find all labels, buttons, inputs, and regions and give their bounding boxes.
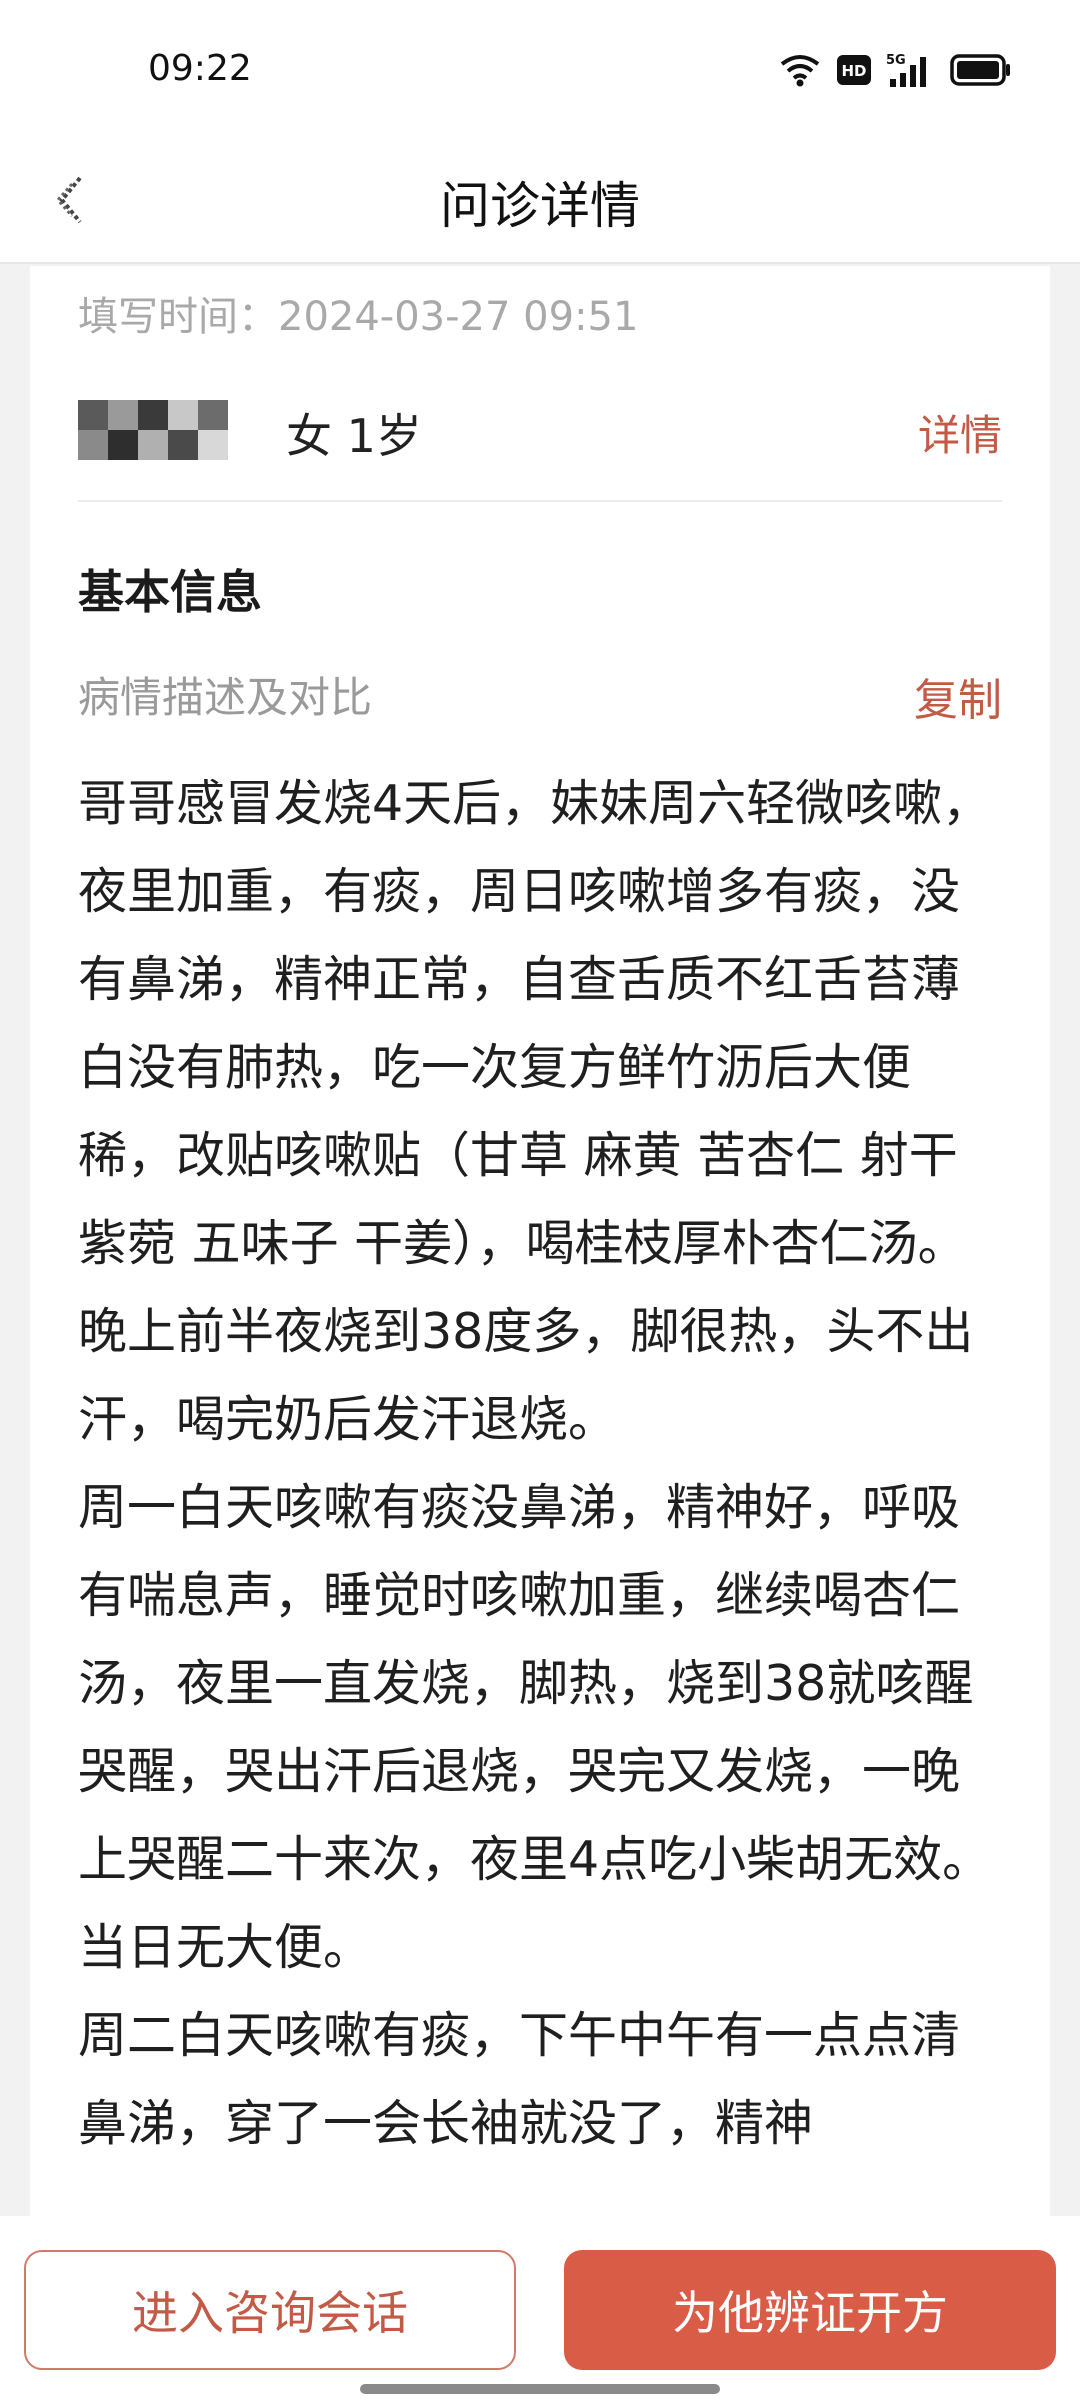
battery-icon: [950, 53, 1012, 91]
description-text: 哥哥感冒发烧4天后，妹妹周六轻微咳嗽，夜里加重，有痰，周日咳嗽增多有痰，没有鼻涕…: [78, 760, 1002, 2168]
bottom-action-bar: 进入咨询会话 为他辨证开方: [0, 2216, 1080, 2400]
hd-label: HD: [841, 62, 866, 80]
description-label: 病情描述及对比: [78, 673, 373, 722]
description-paragraph: 周二白天咳嗽有痰，下午中午有一点点清鼻涕，穿了一会长袖就没了，精神: [78, 2007, 961, 2152]
page-title: 问诊详情: [440, 177, 640, 235]
consultation-card: 填写时间：2024-03-27 09:51 女 1岁 详情 基本信息 病情描述及…: [30, 266, 1050, 2216]
copy-button[interactable]: 复制: [914, 664, 1002, 728]
fill-time: 填写时间：2024-03-27 09:51: [78, 294, 639, 340]
patient-avatar: [78, 400, 228, 460]
home-indicator[interactable]: [360, 2384, 720, 2394]
back-button[interactable]: [28, 160, 112, 244]
prescribe-button[interactable]: 为他辨证开方: [564, 2250, 1056, 2370]
back-arrow-icon: [50, 170, 90, 234]
wifi-icon: [778, 52, 822, 92]
patient-detail-link[interactable]: 详情: [918, 402, 1002, 463]
patient-row: 女 1岁 详情: [78, 386, 1002, 502]
status-time: 09:22: [148, 48, 252, 89]
section-title-basic-info: 基本信息: [78, 565, 262, 619]
description-paragraph: 周一白天咳嗽有痰没鼻涕，精神好，呼吸有喘息声，睡觉时咳嗽加重，继续喝杏仁汤，夜里…: [78, 1479, 992, 1976]
enter-consultation-button[interactable]: 进入咨询会话: [24, 2250, 516, 2370]
network-label: 5G: [886, 53, 906, 68]
patient-info: 女 1岁: [286, 409, 422, 463]
hd-icon: HD: [836, 52, 872, 92]
signal-5g-icon: 5G: [886, 51, 936, 93]
nav-bar: 问诊详情: [0, 140, 1080, 264]
status-bar: 09:22 HD 5G: [0, 0, 1080, 140]
description-paragraph: 哥哥感冒发烧4天后，妹妹周六轻微咳嗽，夜里加重，有痰，周日咳嗽增多有痰，没有鼻涕…: [78, 775, 992, 1448]
status-icons: HD 5G: [778, 50, 1012, 94]
